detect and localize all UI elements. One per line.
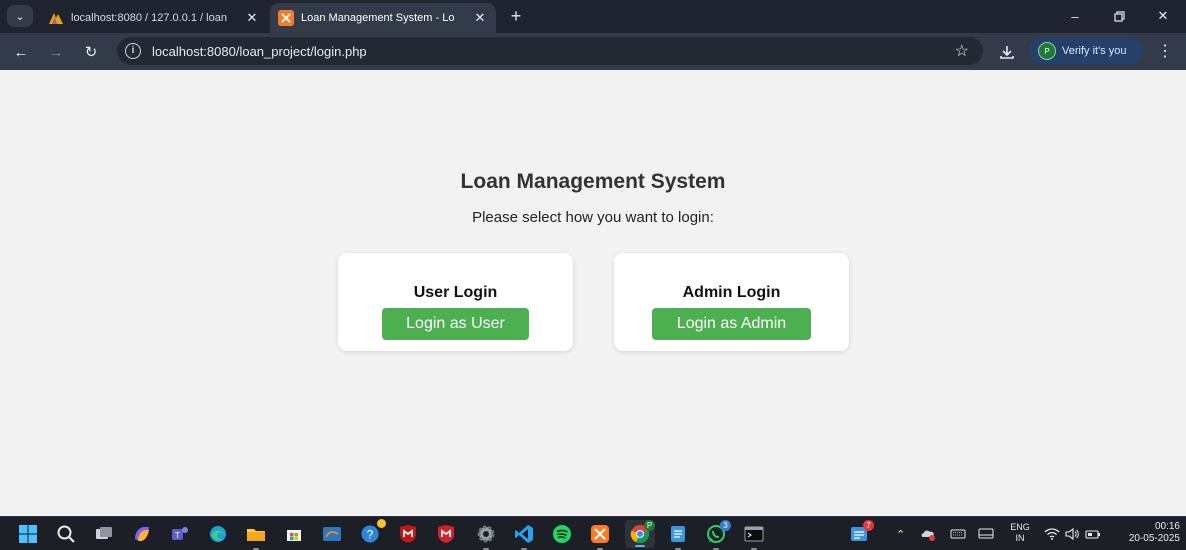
page-title: Loan Management System <box>460 170 726 193</box>
settings-button[interactable] <box>476 524 496 550</box>
user-login-heading: User Login <box>413 284 498 301</box>
bookmark-star-icon[interactable]: ☆ <box>955 41 969 61</box>
battery-icon[interactable] <box>1085 526 1101 542</box>
arrow-right-icon: → <box>48 43 64 61</box>
tab-phpmyadmin[interactable]: localhost:8080 / 127.0.0.1 / loan ✕ <box>40 3 268 33</box>
page-body: Loan Management System Please select how… <box>0 70 1186 516</box>
browser-toolbar: ← → ↻ i localhost:8080/loan_project/logi… <box>0 33 1186 70</box>
close-icon[interactable]: ✕ <box>244 10 260 26</box>
keyboard-icon[interactable] <box>950 526 966 542</box>
notepad-icon <box>671 526 685 542</box>
browser-tab-strip: ⌄ localhost:8080 / 127.0.0.1 / loan ✕ Lo… <box>0 0 1186 33</box>
chevron-down-icon: ⌄ <box>15 10 25 23</box>
phpmyadmin-icon <box>49 13 63 24</box>
restore-icon <box>1113 10 1125 22</box>
user-login-card: User Login Login as User <box>338 253 573 351</box>
avatar: P <box>1038 42 1056 60</box>
edge-icon[interactable] <box>208 524 228 544</box>
svg-text:?: ? <box>367 528 374 542</box>
chrome-button[interactable]: P <box>630 520 655 544</box>
system-clock[interactable]: 00:16 20-05-2025 <box>1110 521 1180 545</box>
spotify-icon[interactable] <box>552 524 572 544</box>
file-explorer-button[interactable] <box>246 524 266 550</box>
clock-time: 00:16 <box>1154 521 1180 532</box>
download-icon <box>1000 46 1014 59</box>
chevron-up-icon: ⌃ <box>896 528 906 541</box>
site-info-icon[interactable]: i <box>125 43 141 59</box>
notepad-button[interactable] <box>668 524 688 550</box>
terminal-button[interactable] <box>744 524 764 550</box>
downloads-button[interactable] <box>994 39 1020 65</box>
profile-badge: P <box>644 520 655 531</box>
login-as-admin-button[interactable]: Login as Admin <box>652 308 811 340</box>
copilot-icon[interactable] <box>132 524 152 544</box>
more-vertical-icon: ⋮ <box>1157 43 1173 60</box>
address-bar[interactable]: i localhost:8080/loan_project/login.php … <box>117 37 983 65</box>
language-code: ENG <box>1010 522 1030 532</box>
help-icon: ? <box>361 525 379 543</box>
notification-dot <box>377 519 386 528</box>
clock-date: 20-05-2025 <box>1128 533 1180 544</box>
notification-badge: 7 <box>863 520 874 531</box>
terminal-icon <box>744 526 764 542</box>
show-hidden-icons-button[interactable]: ⌃ <box>896 517 905 550</box>
profile-verify-chip[interactable]: P Verify it's you <box>1029 38 1143 64</box>
reload-button[interactable]: ↻ <box>78 39 104 65</box>
admin-login-card: Admin Login Login as Admin <box>614 253 849 351</box>
vscode-button[interactable] <box>514 524 534 550</box>
language-indicator[interactable]: ENG IN <box>1006 522 1034 544</box>
minimize-button[interactable]: – <box>1060 4 1090 28</box>
close-icon[interactable]: ✕ <box>472 10 488 26</box>
volume-icon[interactable] <box>1064 526 1080 542</box>
vscode-icon <box>515 525 533 543</box>
region-code: IN <box>1015 533 1025 543</box>
arrow-left-icon: ← <box>13 43 29 61</box>
tab-loan-management[interactable]: Loan Management System - Lo ✕ <box>270 3 496 33</box>
svg-text:T: T <box>175 531 180 540</box>
mcafee-security-icon[interactable] <box>436 524 456 544</box>
mysql-workbench-icon[interactable] <box>322 524 342 544</box>
microsoft-store-icon[interactable] <box>284 524 304 544</box>
help-app-button[interactable]: ? <box>360 519 386 544</box>
task-view-icon[interactable] <box>94 524 114 544</box>
new-tab-button[interactable]: + <box>505 5 527 27</box>
gear-icon <box>477 525 495 543</box>
forward-button[interactable]: → <box>43 39 69 65</box>
whatsapp-button[interactable]: 3 <box>706 520 731 550</box>
admin-login-heading: Admin Login <box>682 284 781 301</box>
tab-search-button[interactable]: ⌄ <box>7 5 33 27</box>
browser-menu-button[interactable]: ⋮ <box>1154 39 1176 65</box>
profile-label: Verify it's you <box>1062 45 1127 57</box>
folder-icon <box>247 529 265 541</box>
back-button[interactable]: ← <box>8 39 34 65</box>
close-window-button[interactable]: ✕ <box>1148 4 1178 28</box>
login-as-user-button[interactable]: Login as User <box>382 308 529 340</box>
mcafee-icon[interactable] <box>398 524 418 544</box>
search-icon[interactable] <box>56 524 76 544</box>
xampp-button[interactable] <box>590 524 610 550</box>
display-icon[interactable] <box>978 526 994 542</box>
tab-title: localhost:8080 / 127.0.0.1 / loan <box>71 12 227 24</box>
xampp-icon <box>278 10 294 26</box>
wifi-icon[interactable] <box>1044 526 1060 542</box>
teams-icon[interactable]: T <box>170 524 190 544</box>
url-text[interactable]: localhost:8080/loan_project/login.php <box>152 44 367 59</box>
windows-taskbar: T ? P 3 7 ⌃ ENG IN 00:16 20-05-2025 <box>0 516 1186 550</box>
widgets-button[interactable]: 7 <box>849 520 874 544</box>
page-subtitle: Please select how you want to login: <box>472 209 714 226</box>
restore-button[interactable] <box>1104 4 1134 28</box>
unread-badge: 3 <box>720 520 731 531</box>
tab-title: Loan Management System - Lo <box>301 12 455 24</box>
cloud-sync-icon[interactable] <box>920 526 936 542</box>
windows-start-icon[interactable] <box>18 524 38 544</box>
reload-icon: ↻ <box>84 44 98 61</box>
xampp-icon <box>591 525 609 543</box>
